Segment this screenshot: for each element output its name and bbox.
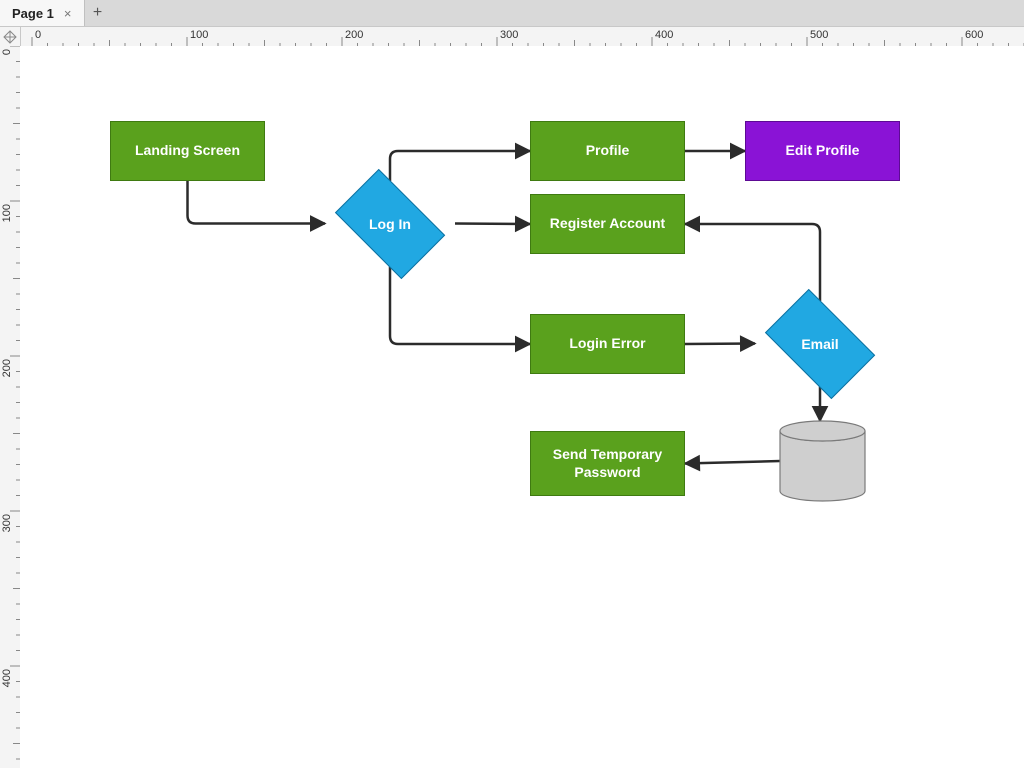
ruler-origin-icon[interactable] (0, 27, 21, 47)
add-tab-button[interactable]: + (85, 0, 111, 26)
tab-bar: Page 1 × + (0, 0, 1024, 26)
svg-text:600: 600 (965, 29, 983, 41)
node-label: Login Error (569, 335, 645, 353)
node-database[interactable] (780, 421, 865, 501)
tab-page-1[interactable]: Page 1 × (0, 0, 85, 26)
svg-text:100: 100 (1, 204, 13, 222)
horizontal-ruler: 0 100 200 300 400 500 600 (0, 26, 1024, 48)
node-label: Email (755, 301, 885, 386)
svg-text:100: 100 (190, 29, 208, 41)
node-label: Landing Screen (135, 142, 240, 160)
svg-text:0: 0 (35, 29, 41, 41)
node-label: Log In (325, 181, 455, 266)
node-label: Edit Profile (786, 142, 860, 160)
svg-text:500: 500 (810, 29, 828, 41)
close-icon[interactable]: × (64, 6, 72, 21)
node-send-temporary-password[interactable]: Send Temporary Password (530, 431, 685, 496)
node-label: Register Account (550, 215, 665, 233)
node-login-error[interactable]: Login Error (530, 314, 685, 374)
svg-text:400: 400 (655, 29, 673, 41)
node-email[interactable]: Email (755, 301, 885, 386)
svg-text:300: 300 (1, 514, 13, 532)
vertical-ruler: 0 100 200 300 400 (0, 46, 21, 768)
horizontal-ruler-ticks: 0 100 200 300 400 500 600 (20, 27, 1024, 47)
node-log-in[interactable]: Log In (325, 181, 455, 266)
svg-text:0: 0 (1, 49, 13, 55)
node-register-account[interactable]: Register Account (530, 194, 685, 254)
node-label: Profile (586, 142, 630, 160)
node-edit-profile[interactable]: Edit Profile (745, 121, 900, 181)
diagram-canvas[interactable]: Landing Screen Log In Profile Edit Profi… (20, 46, 1024, 768)
svg-text:400: 400 (1, 669, 13, 687)
svg-text:300: 300 (500, 29, 518, 41)
svg-text:200: 200 (345, 29, 363, 41)
svg-text:200: 200 (1, 359, 13, 377)
node-landing-screen[interactable]: Landing Screen (110, 121, 265, 181)
node-label: Send Temporary Password (535, 446, 680, 481)
node-profile[interactable]: Profile (530, 121, 685, 181)
tab-label: Page 1 (12, 6, 54, 21)
